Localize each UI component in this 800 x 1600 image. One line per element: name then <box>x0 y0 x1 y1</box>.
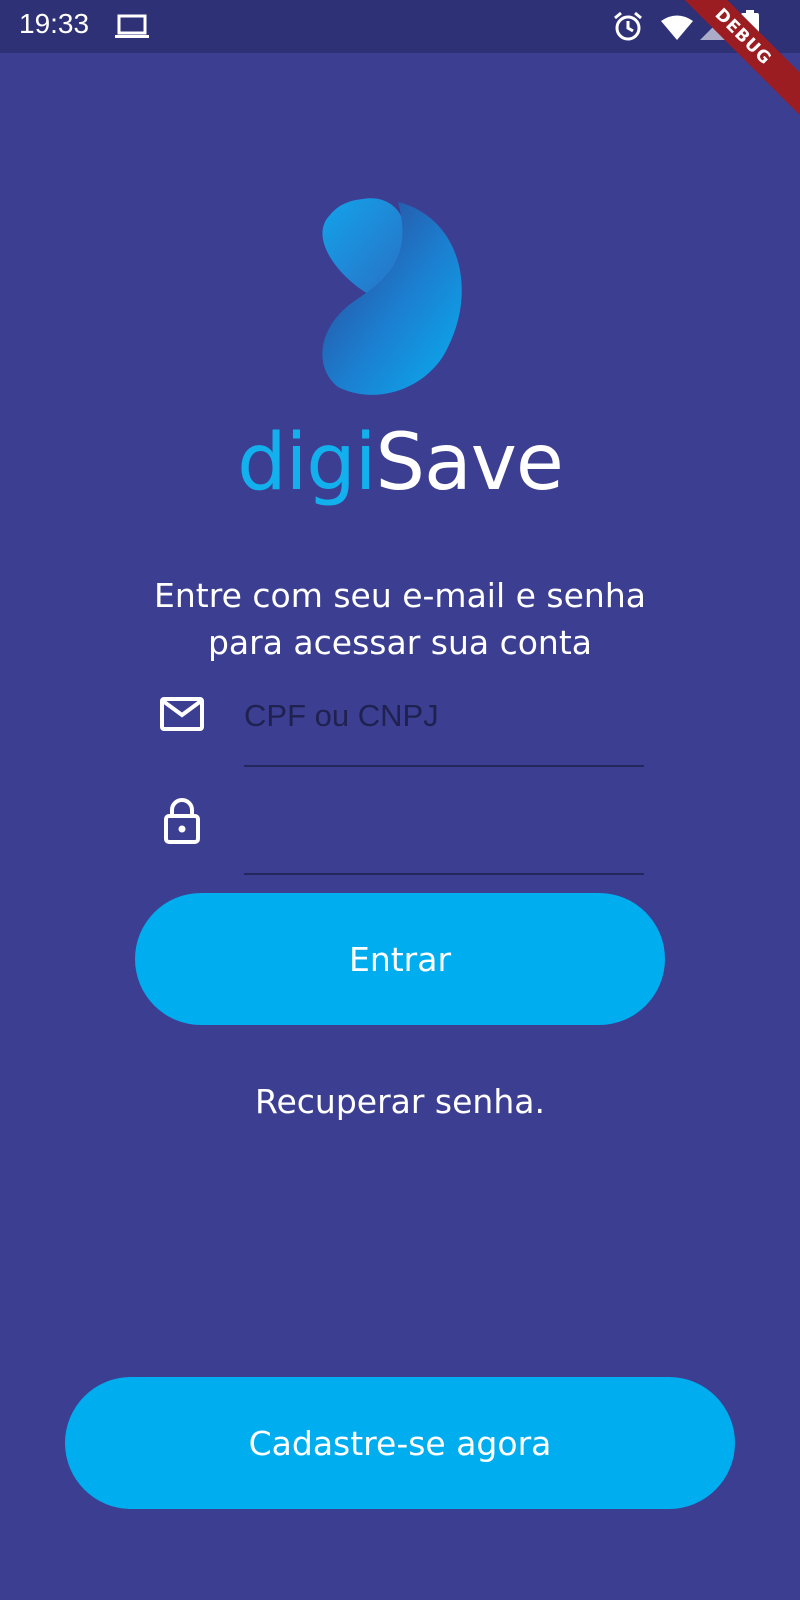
lock-icon <box>163 798 201 848</box>
alarm-icon <box>612 10 644 46</box>
status-bar: 19:33 DEBUG <box>0 0 800 129</box>
login-button[interactable]: Entrar <box>135 893 665 1025</box>
cpf-cnpj-underline <box>244 765 644 767</box>
intro-line-1: Entre com seu e-mail e senha <box>154 576 646 615</box>
mail-icon <box>160 697 204 735</box>
wifi-icon <box>660 14 694 44</box>
password-input[interactable] <box>244 795 644 851</box>
logo-wordmark: digiSave <box>0 418 800 508</box>
intro-line-2: para acessar sua conta <box>207 623 592 662</box>
recover-password-link[interactable]: Recuperar senha. <box>0 1082 800 1121</box>
logo-text-digi: digi <box>237 418 376 508</box>
cpf-cnpj-input[interactable] <box>244 688 644 744</box>
status-time: 19:33 <box>19 8 90 39</box>
logo-text-save: Save <box>375 418 563 508</box>
signup-button[interactable]: Cadastre-se agora <box>65 1377 735 1509</box>
intro-text: Entre com seu e-mail e senha para acessa… <box>0 572 800 666</box>
password-underline <box>244 873 644 875</box>
laptop-icon <box>115 14 149 44</box>
logo-icon <box>318 197 468 401</box>
